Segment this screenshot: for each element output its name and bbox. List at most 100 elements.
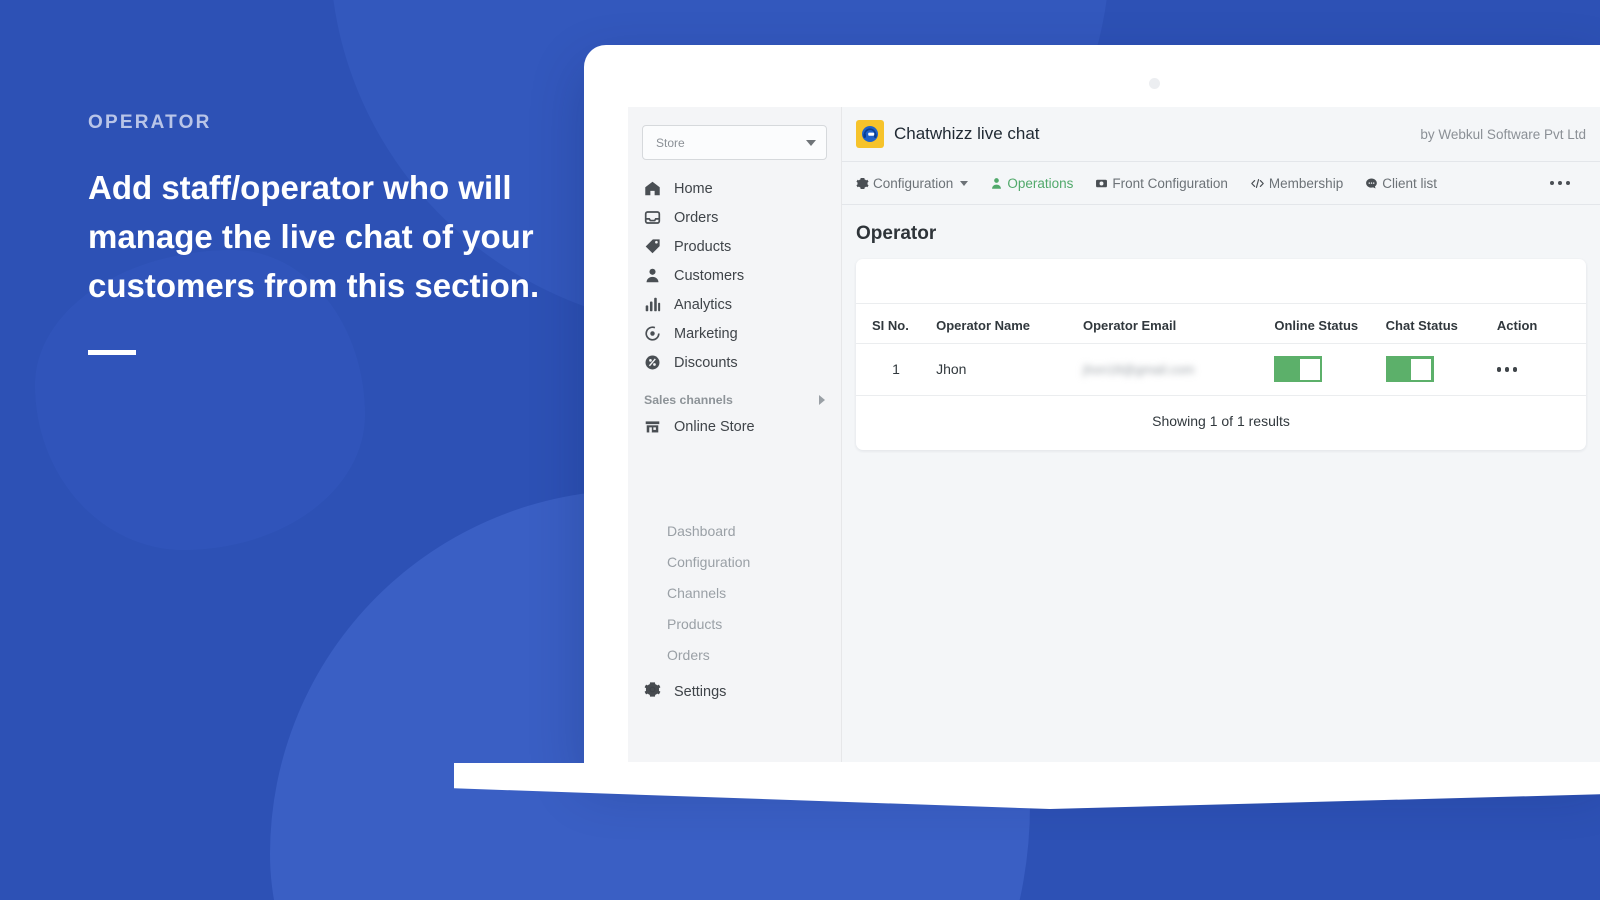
dot xyxy=(1504,367,1510,372)
operator-table: SI No. Operator Name Operator Email Onli… xyxy=(856,304,1586,396)
laptop-screen: Store Home Orders Products Customers Ana… xyxy=(628,107,1600,762)
sidebar-item-orders[interactable]: Orders xyxy=(628,203,841,232)
app-vendor: by Webkul Software Pvt Ltd xyxy=(1420,126,1586,142)
chat-status-toggle[interactable] xyxy=(1385,356,1434,382)
store-selector[interactable]: Store xyxy=(642,125,827,160)
sidebar: Store Home Orders Products Customers Ana… xyxy=(628,107,842,762)
nav-item-label: Front Configuration xyxy=(1112,175,1228,191)
sidebar-item-marketing[interactable]: Marketing xyxy=(628,319,841,348)
dot xyxy=(1565,180,1570,186)
sidebar-item-analytics[interactable]: Analytics xyxy=(628,290,841,319)
table-body: 1 Jhon jhon18@gmail.com xyxy=(856,343,1586,396)
app-nav: Configuration Operations Front Configura… xyxy=(842,162,1600,205)
sidebar-item-label: Discounts xyxy=(674,354,738,371)
sidebar-item-home[interactable]: Home xyxy=(628,174,841,203)
sidebar-item-label: Customers xyxy=(674,267,745,284)
operator-card: SI No. Operator Name Operator Email Onli… xyxy=(856,259,1586,450)
webcam-icon xyxy=(1149,78,1160,89)
dot xyxy=(1549,180,1554,186)
dot xyxy=(1496,367,1502,372)
promo-headline: Add staff/operator who will manage the l… xyxy=(88,169,540,304)
nav-item-label: Configuration xyxy=(873,175,954,191)
sidebar-item-discounts[interactable]: Discounts xyxy=(628,348,841,377)
sidebar-section-sales-channels[interactable]: Sales channels xyxy=(628,377,841,412)
headset-icon xyxy=(856,120,884,148)
nav-item-label: Operations xyxy=(1007,175,1074,191)
video-icon xyxy=(1095,177,1108,190)
sidebar-subitem-dashboard[interactable]: Dashboard xyxy=(667,515,841,546)
sidebar-subitem-channels[interactable]: Channels xyxy=(667,577,841,608)
bar-chart-icon xyxy=(644,296,661,313)
page-title: Operator xyxy=(856,223,937,244)
sidebar-item-label: Analytics xyxy=(674,296,733,313)
sidebar-item-label: Products xyxy=(674,238,732,255)
column-header-operator-email: Operator Email xyxy=(1082,304,1275,344)
sidebar-item-label: Marketing xyxy=(674,325,738,342)
inbox-icon xyxy=(644,209,661,226)
laptop-bezel: Store Home Orders Products Customers Ana… xyxy=(584,45,1600,763)
sidebar-section-label: Sales channels xyxy=(644,393,733,407)
column-header-operator-name: Operator Name xyxy=(936,304,1083,344)
laptop-mockup: Store Home Orders Products Customers Ana… xyxy=(454,45,1600,809)
cell-action xyxy=(1496,343,1586,396)
storefront-icon xyxy=(644,418,661,435)
table-row: 1 Jhon jhon18@gmail.com xyxy=(856,343,1586,396)
chevron-down-icon xyxy=(960,180,969,186)
promo-panel: OPERATOR Add staff/operator who will man… xyxy=(88,112,568,356)
discount-icon xyxy=(644,354,661,371)
nav-item-label: Membership xyxy=(1268,175,1344,191)
person-icon xyxy=(644,267,661,284)
home-icon xyxy=(644,180,661,197)
operator-email-redacted: jhon18@gmail.com xyxy=(1082,362,1195,378)
app-title: Chatwhizz live chat xyxy=(894,124,1040,143)
embedded-app: Chatwhizz live chat by Webkul Software P… xyxy=(842,107,1600,762)
sidebar-item-products[interactable]: Products xyxy=(628,232,841,261)
dot xyxy=(1557,180,1562,186)
sidebar-subitem-products[interactable]: Products xyxy=(667,608,841,639)
store-selector-value: Store xyxy=(656,135,685,150)
column-header-chat-status: Chat Status xyxy=(1385,304,1497,344)
code-icon xyxy=(1250,177,1265,190)
gear-icon xyxy=(856,177,869,190)
column-header-action: Action xyxy=(1496,304,1586,344)
nav-item-label: Client list xyxy=(1382,175,1437,191)
chevron-down-icon xyxy=(806,139,816,146)
sidebar-item-label: Home xyxy=(674,180,713,197)
dot xyxy=(1512,367,1518,372)
online-status-toggle[interactable] xyxy=(1274,356,1323,382)
cell-sl-no: 1 xyxy=(856,343,937,396)
row-action-ellipsis-icon[interactable] xyxy=(1496,367,1586,372)
tag-icon xyxy=(644,238,661,255)
card-toolbar xyxy=(856,259,1586,304)
cell-online-status xyxy=(1274,343,1386,396)
target-icon xyxy=(644,325,661,342)
nav-item-configuration[interactable]: Configuration xyxy=(856,175,969,191)
promo-eyebrow: OPERATOR xyxy=(88,112,212,133)
chevron-right-icon xyxy=(819,395,825,405)
column-header-sl-no: SI No. xyxy=(856,304,937,344)
app-header: Chatwhizz live chat by Webkul Software P… xyxy=(842,107,1600,162)
sidebar-item-settings[interactable]: Settings xyxy=(628,670,841,708)
app-brand: Chatwhizz live chat xyxy=(856,120,1040,148)
sidebar-item-online-store[interactable]: Online Store xyxy=(628,412,841,441)
cell-chat-status xyxy=(1385,343,1497,396)
nav-item-operations[interactable]: Operations xyxy=(990,176,1073,191)
sidebar-item-customers[interactable]: Customers xyxy=(628,261,841,290)
column-header-online-status: Online Status xyxy=(1274,304,1386,344)
sidebar-item-label: Online Store xyxy=(674,418,755,435)
gear-icon xyxy=(644,681,661,702)
ellipsis-icon[interactable] xyxy=(1549,180,1587,186)
promo-accent-rule xyxy=(88,350,136,356)
chat-bubble-icon xyxy=(1365,177,1378,190)
nav-item-front-configuration[interactable]: Front Configuration xyxy=(1095,176,1228,191)
sidebar-subitem-configuration[interactable]: Configuration xyxy=(667,546,841,577)
person-icon xyxy=(990,177,1003,190)
sidebar-subitem-orders[interactable]: Orders xyxy=(667,639,841,670)
sidebar-item-label: Settings xyxy=(674,683,727,700)
nav-item-membership[interactable]: Membership xyxy=(1250,176,1343,191)
cell-operator-email: jhon18@gmail.com xyxy=(1082,343,1275,396)
sidebar-subnav: Dashboard Configuration Channels Product… xyxy=(628,515,841,670)
toggle-knob xyxy=(1411,358,1432,380)
nav-item-client-list[interactable]: Client list xyxy=(1365,176,1437,191)
cell-operator-name: Jhon xyxy=(936,343,1083,396)
